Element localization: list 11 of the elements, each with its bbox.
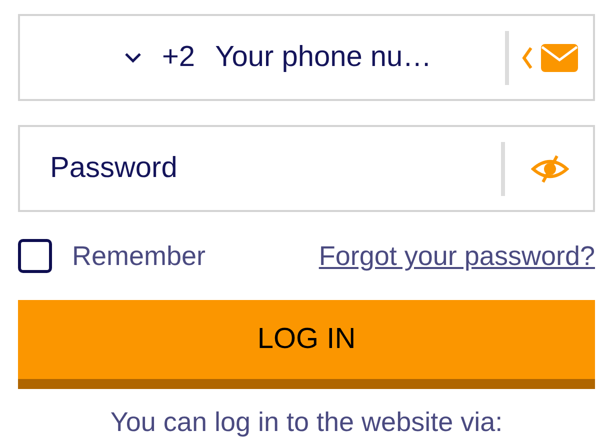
chevron-down-icon[interactable] xyxy=(124,52,142,64)
phone-input[interactable]: Your phone nu… xyxy=(213,40,501,75)
alt-login-text: You can log in to the website via: xyxy=(109,407,504,438)
remember-label: Remember xyxy=(72,240,206,272)
phone-field[interactable]: +2 Your phone nu… xyxy=(18,14,595,101)
password-field[interactable]: Password xyxy=(18,125,595,212)
country-code[interactable]: +2 xyxy=(162,41,196,74)
password-input[interactable]: Password xyxy=(48,151,497,186)
login-button[interactable]: LOG IN xyxy=(18,300,595,389)
forgot-password-link[interactable]: Forgot your password? xyxy=(318,240,595,272)
remember-checkbox[interactable] xyxy=(18,239,52,273)
